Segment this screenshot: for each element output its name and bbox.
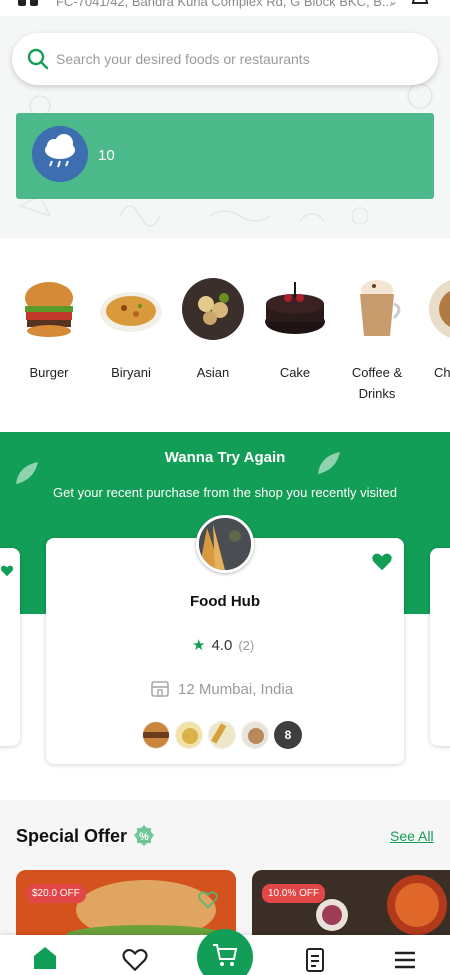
item-thumbnail[interactable] [142, 721, 170, 749]
cart-button[interactable] [197, 929, 253, 975]
item-thumbnail[interactable] [175, 721, 203, 749]
asian-image [180, 276, 246, 342]
shop-name: Food Hub [190, 593, 260, 610]
item-thumbnail[interactable] [208, 721, 236, 749]
category-coffee-drinks[interactable]: Coffee & Drinks [336, 276, 418, 404]
search-bar[interactable]: Search your desired foods or restaurants [12, 33, 438, 85]
search-icon [27, 48, 49, 70]
shop-location-text: 12 Mumbai, India [178, 681, 294, 698]
svg-text:%: % [139, 831, 149, 843]
cake-image [262, 276, 328, 342]
shop-logo [196, 515, 254, 573]
item-thumbnail[interactable] [241, 721, 269, 749]
section-title: Wanna Try Again [164, 449, 286, 466]
search-input[interactable]: Search your desired foods or restaurants [56, 51, 310, 67]
rating-value: 4.0 [211, 637, 233, 654]
top-bar: FC-7041/42, Bandra Kurla Complex Rd, G B… [0, 0, 450, 16]
category-label: Burger [29, 365, 69, 380]
store-icon [151, 681, 169, 697]
rating-count: (2) [238, 638, 255, 653]
previous-shop-card[interactable] [0, 548, 20, 746]
discount-badge-icon: % [134, 825, 154, 846]
section-title: Special Offer [16, 826, 128, 846]
more-items-count[interactable]: 8 [274, 721, 302, 749]
shop-location: 12 Mumbai, India [150, 678, 293, 698]
header-area: Search your desired foods or restaurants… [0, 16, 450, 238]
bottom-navigation [0, 929, 450, 975]
biryani-image [98, 276, 164, 342]
location-icon[interactable] [18, 0, 40, 6]
category-label: Coffee & Drinks [351, 365, 403, 401]
star-icon: ★ [192, 637, 206, 654]
category-label: Asian [196, 365, 230, 380]
offer-discount-badge: 10.0% OFF [262, 884, 326, 903]
weather-temperature: 10 [98, 147, 115, 164]
category-biryani[interactable]: Biryani [90, 276, 172, 383]
heart-outline-icon[interactable] [122, 947, 148, 973]
burger-image [16, 276, 82, 342]
category-label: Biryani [111, 365, 151, 380]
delivery-address[interactable]: FC-7041/42, Bandra Kurla Complex Rd, G B… [56, 0, 393, 9]
category-label: Cake [279, 365, 311, 380]
weather-banner: 10 [16, 113, 434, 199]
rain-cloud-icon [32, 126, 88, 182]
coffee-image [344, 276, 410, 342]
orders-icon[interactable] [302, 947, 328, 973]
next-shop-card[interactable] [430, 548, 450, 746]
cart-icon [213, 944, 238, 966]
category-label: Ch [434, 365, 450, 380]
heart-outline-icon[interactable] [198, 890, 218, 910]
chevron-down-icon[interactable]: ⌄ [388, 0, 398, 8]
category-partial-image [426, 276, 450, 342]
home-icon[interactable] [32, 945, 58, 971]
category-burger[interactable]: Burger [8, 276, 90, 383]
notification-icon[interactable] [410, 0, 430, 8]
heart-filled-icon[interactable] [371, 551, 393, 573]
offer-discount-badge: $20.0 OFF [26, 884, 86, 903]
heart-filled-icon[interactable] [0, 564, 14, 578]
section-subtitle: Get your recent purchase from the shop y… [53, 485, 397, 500]
shop-rating: ★ 4.0 (2) [192, 636, 254, 654]
category-asian[interactable]: Asian [172, 276, 254, 383]
category-list: Burger Biryani Asian Cake Coffee & Drink… [0, 260, 450, 420]
category-cake[interactable]: Cake [254, 276, 336, 383]
see-all-link[interactable]: See All [390, 828, 434, 844]
menu-icon[interactable] [392, 947, 418, 973]
category-partial[interactable]: Ch [418, 276, 450, 383]
